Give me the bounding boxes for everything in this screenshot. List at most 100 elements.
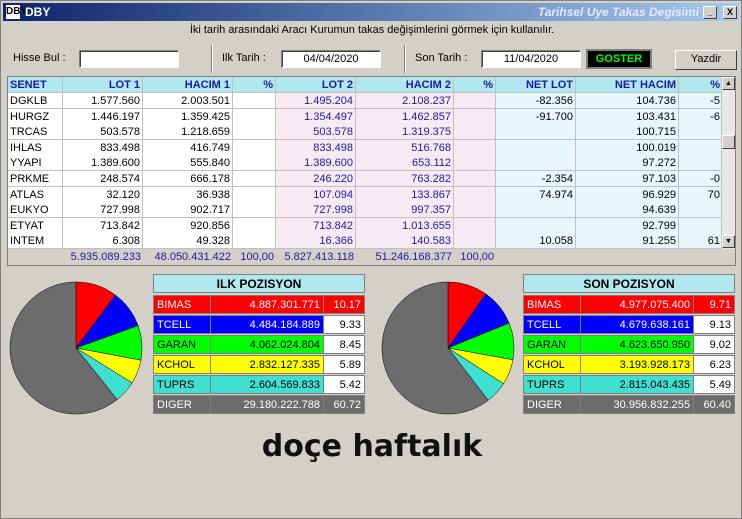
table-cell: 516.768 [356,139,454,156]
ilk-tarih-input[interactable]: 04/04/2020 [281,50,381,68]
table-cell: 920.856 [143,217,233,234]
title-bar[interactable]: DBY DBY Tarihsel Uye Takas Degisimi _ X [3,3,739,21]
column-header[interactable]: % [454,77,496,93]
total-hacim1: 48.050.431.422 [154,251,231,263]
table-cell: 6.308 [63,233,143,250]
takas-table[interactable]: SENET LOT 1 HACIM 1% LOT 2 HACIM 2% NET LOT NE… [7,76,736,266]
position-row: TUPRS 2.815.043.435 5.49 [523,375,735,394]
table-cell: TRCAS [8,124,63,141]
description-text: İki tarih arasındaki Aracı Kurumun takas… [189,24,555,36]
table-cell: 666.178 [143,171,233,187]
ilk-pozisyon-pie-chart [9,281,143,415]
table-cell: 416.749 [143,139,233,156]
position-value: 4.887.301.771 [210,295,324,314]
son-tarih-input[interactable]: 11/04/2020 [481,50,581,68]
position-row: BIMAS 4.977.075.400 9.71 [523,295,735,314]
column-header[interactable]: NET HACIM [576,77,679,93]
window-subtitle: Tarihsel Uye Takas Degisimi [537,5,699,19]
total-lot2: 5.827.413.118 [284,251,354,263]
table-cell: 32.120 [63,186,143,203]
position-value: 2.604.569.833 [210,375,324,394]
goster-button[interactable]: GOSTER [586,49,652,69]
position-value: 2.815.043.435 [580,375,694,394]
ilk-pozisyon-panel: ILK POZISYON BIMAS 4.887.301.771 10.17 TCEL… [153,274,365,414]
table-cell: 104.736 [576,93,679,109]
vertical-scrollbar[interactable]: ▲ ▼ [721,77,735,249]
table-cell: DGKLB [8,93,63,109]
table-cell: 902.717 [143,202,233,219]
position-row: TCELL 4.679.638.161 9.13 [523,315,735,334]
table-cell: 833.498 [63,139,143,156]
table-cell: 1.218.659 [143,124,233,141]
minimize-button[interactable]: _ [703,6,717,19]
table-cell [496,217,576,234]
column-header[interactable]: HACIM 1 [143,77,233,93]
table-cell [233,108,276,125]
totals-row: 5.935.089.233 48.050.431.422 100,00 5.82… [8,249,735,265]
total-pct1: 100,00 [240,251,274,263]
hisse-bul-input[interactable] [79,50,179,68]
table-cell: 2.108.237 [356,93,454,109]
position-row: KCHOL 2.832.127.335 5.89 [153,355,365,374]
table-cell: 10.058 [496,233,576,250]
column-header[interactable]: LOT 1 [63,77,143,93]
table-cell [454,139,496,156]
column-header[interactable]: LOT 2 [276,77,356,93]
close-button[interactable]: X [723,6,737,19]
ilk-tarih-label: Ilk Tarih : [222,52,266,64]
separator [211,45,213,73]
column-header[interactable]: NET LOT [496,77,576,93]
total-lot1: 5.935.089.233 [70,251,141,263]
column-header[interactable]: % [679,77,723,93]
position-value: 29.180.222.788 [210,395,324,414]
son-pozisyon-title: SON POZISYON [523,274,735,293]
table-cell [496,139,576,156]
table-cell: 100.715 [576,124,679,141]
table-cell: 100.019 [576,139,679,156]
position-name: TCELL [153,315,211,334]
table-cell: -0 [679,171,723,187]
position-value: 3.193.928.173 [580,355,694,374]
scroll-up-icon[interactable]: ▲ [722,77,735,90]
table-cell: 140.583 [356,233,454,250]
position-name: DIGER [153,395,211,414]
window-title: DBY [25,5,51,19]
column-header[interactable]: SENET [8,77,63,93]
total-hacim2: 51.246.168.377 [375,251,452,263]
column-header[interactable]: HACIM 2 [356,77,454,93]
position-row: TUPRS 2.604.569.833 5.42 [153,375,365,394]
table-cell [233,139,276,156]
table-cell [454,217,496,234]
table-cell [233,202,276,219]
table-cell: 1.577.560 [63,93,143,109]
table-cell [233,217,276,234]
scroll-down-icon[interactable]: ▼ [722,235,735,248]
table-cell: 555.840 [143,155,233,172]
table-cell [233,171,276,187]
position-name: KCHOL [153,355,211,374]
table-cell: 727.998 [276,202,356,219]
caption-text: doçe haftalık [261,429,483,464]
table-cell [679,217,723,234]
table-cell [496,202,576,219]
table-cell: 727.998 [63,202,143,219]
position-value: 2.832.127.335 [210,355,324,374]
table-cell: 49.328 [143,233,233,250]
table-cell: 133.867 [356,186,454,203]
table-cell [454,155,496,172]
table-cell: 713.842 [63,217,143,234]
table-cell: YYAPI [8,155,63,172]
scroll-thumb[interactable] [722,135,735,149]
table-cell: 36.938 [143,186,233,203]
yazdir-button[interactable]: Yazdir [675,50,737,70]
table-cell: 997.357 [356,202,454,219]
table-cell: 97.103 [576,171,679,187]
column-header[interactable]: % [233,77,276,93]
table-cell: 1.446.197 [63,108,143,125]
table-cell: 74.974 [496,186,576,203]
table-cell: 1.389.600 [63,155,143,172]
table-cell: 713.842 [276,217,356,234]
table-cell: 2.003.501 [143,93,233,109]
table-cell: -6 [679,108,723,125]
table-cell [233,155,276,172]
